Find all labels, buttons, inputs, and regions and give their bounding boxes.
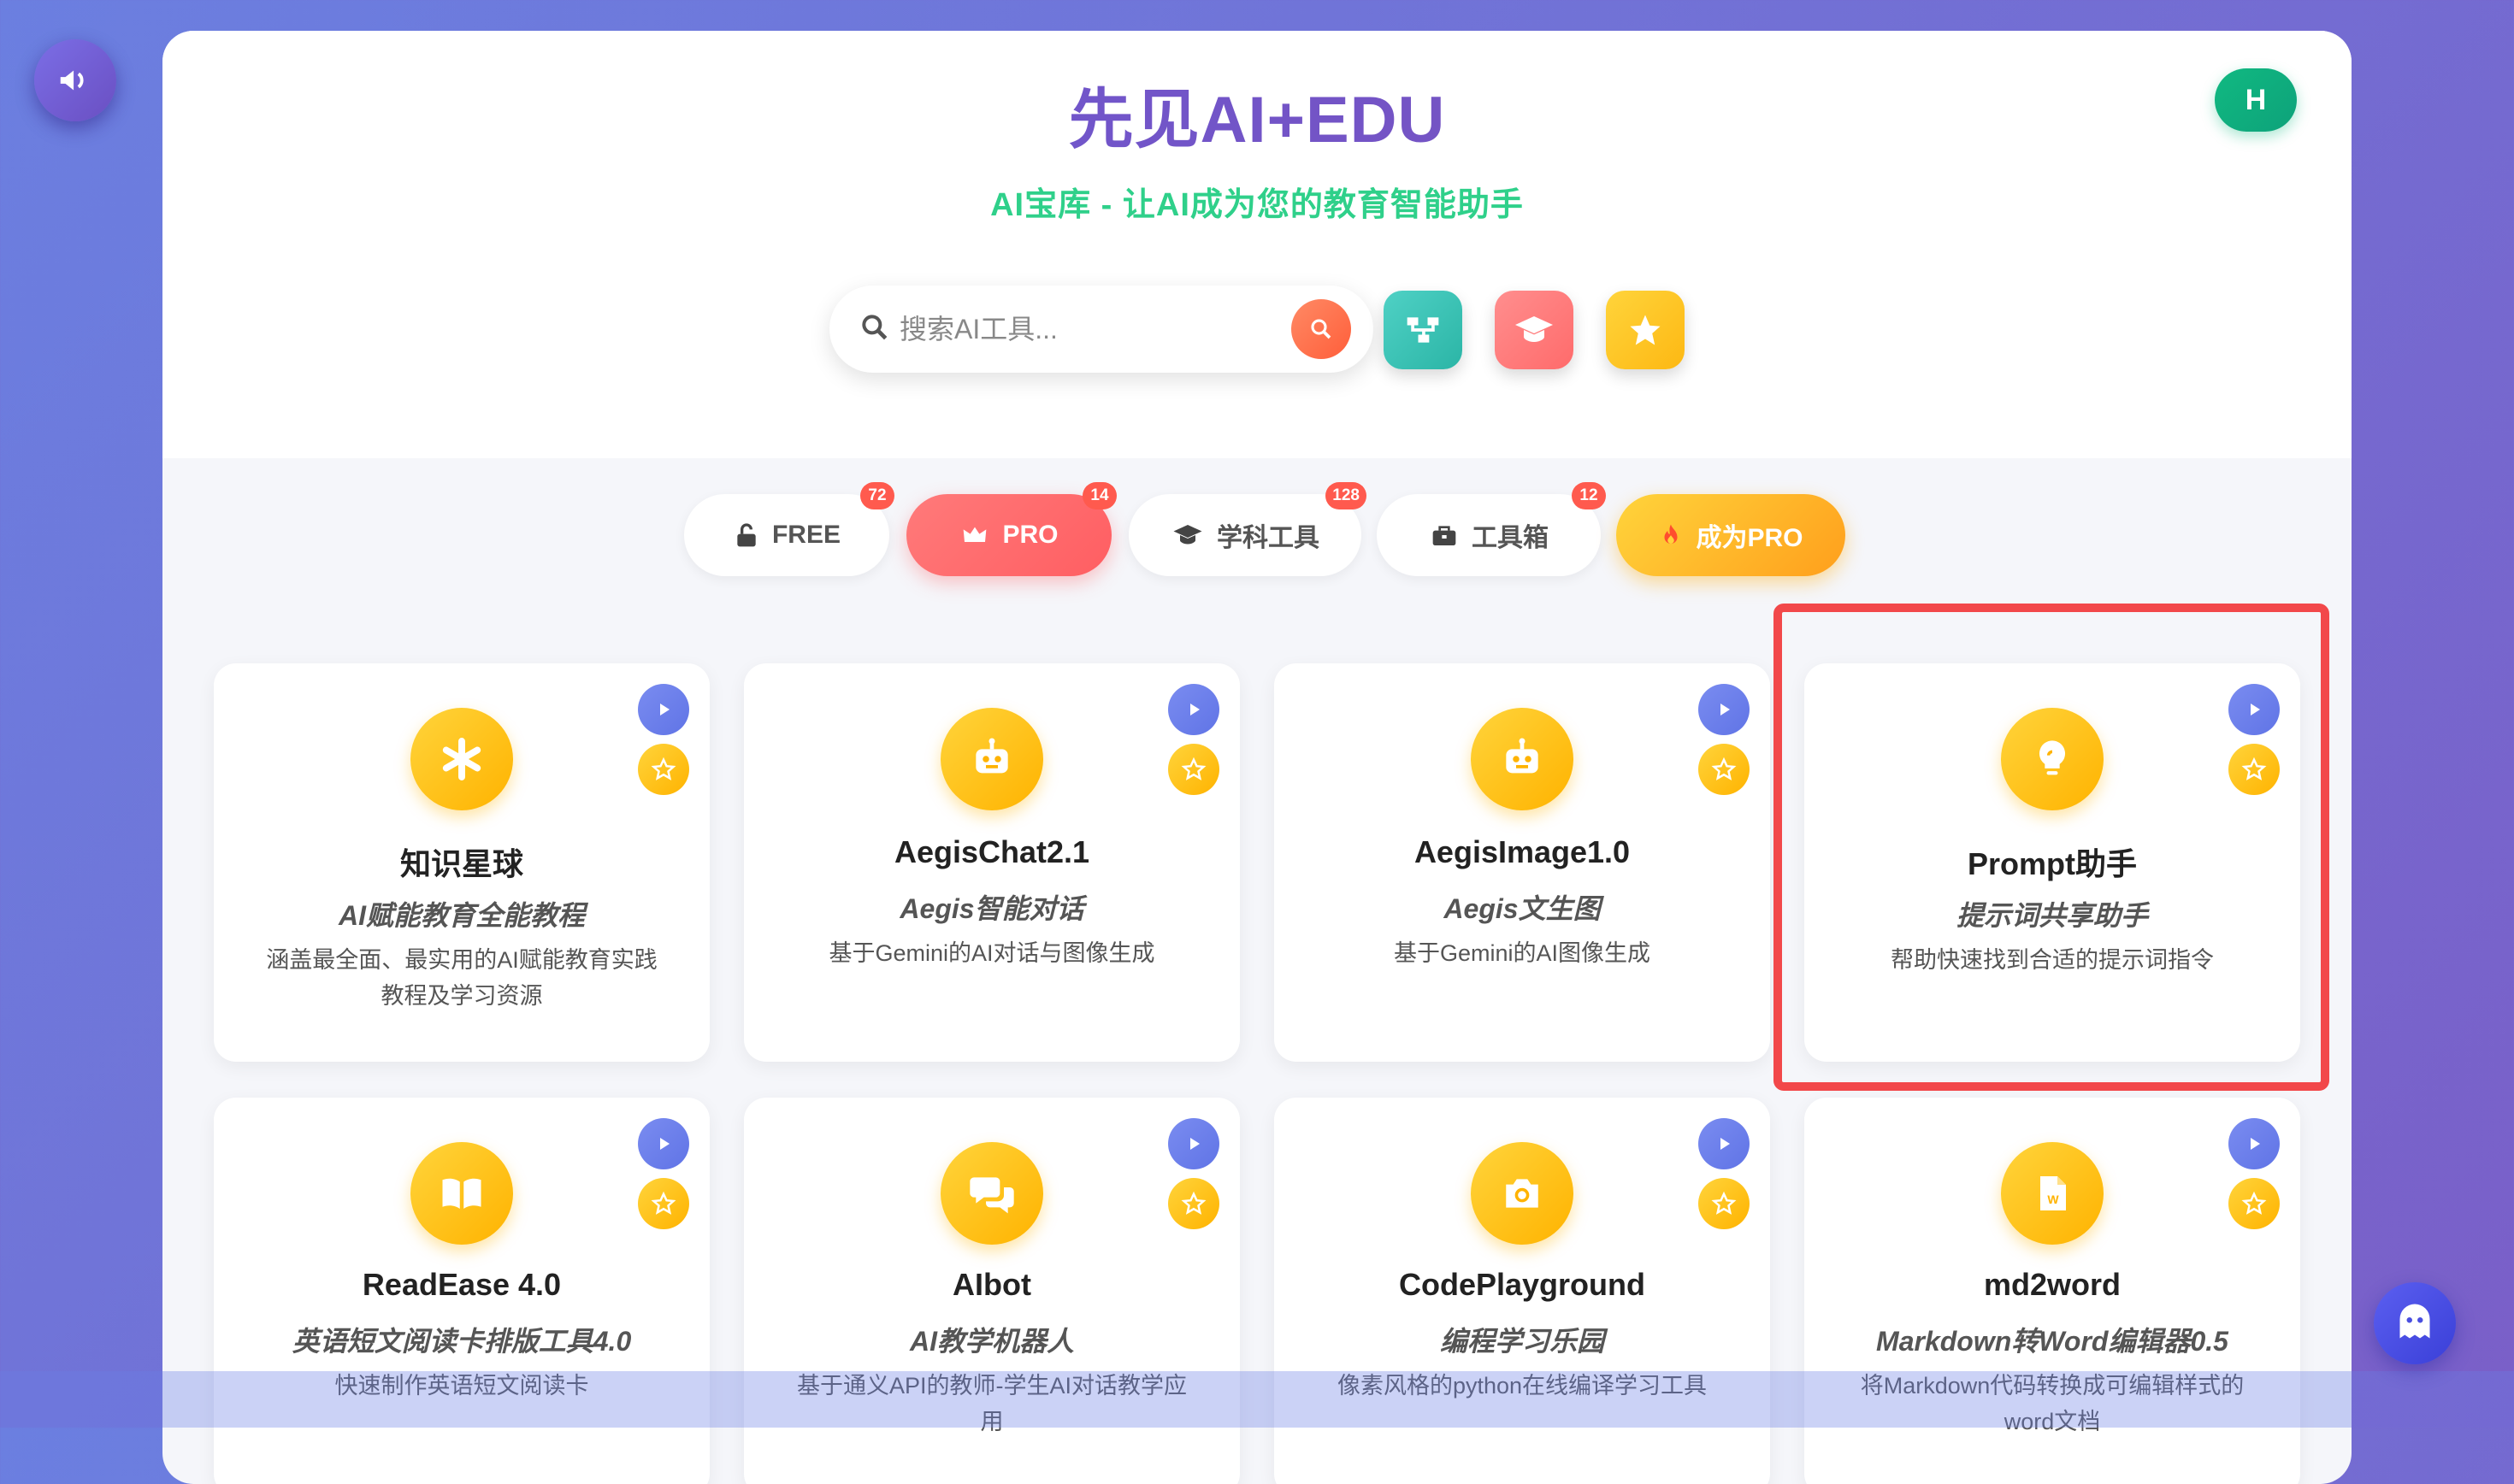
card-title: ReadEase 4.0 <box>362 1267 562 1302</box>
card-tagline: Aegis智能对话 <box>900 893 1084 924</box>
megaphone-icon <box>60 70 84 91</box>
star-outline-icon <box>1711 757 1737 780</box>
card-description: 基于Gemini的AI对话与图像生成 <box>829 940 1155 966</box>
star-outline-icon <box>651 757 676 780</box>
tab-pro-label: PRO <box>1002 521 1059 549</box>
asterisk-icon <box>410 708 513 810</box>
play-icon <box>660 704 670 716</box>
camera-icon <box>1471 1142 1573 1245</box>
play-icon <box>2251 1138 2260 1150</box>
card-title: AegisChat2.1 <box>894 834 1090 869</box>
star-outline-icon <box>2241 1191 2267 1215</box>
card-tagline: 编程学习乐园 <box>1439 1326 1604 1357</box>
favorite-button[interactable] <box>2228 1178 2280 1229</box>
card-tagline: Aegis文生图 <box>1443 893 1601 924</box>
play-button[interactable] <box>1698 684 1750 735</box>
search-input[interactable] <box>898 308 1269 350</box>
favorite-button[interactable] <box>1698 1178 1750 1229</box>
star-outline-icon <box>1181 1191 1207 1215</box>
become-pro-label: 成为PRO <box>1696 524 1803 552</box>
workflow-icon <box>1407 317 1439 343</box>
workflow-button[interactable] <box>1384 291 1462 369</box>
robot-icon <box>1471 708 1573 810</box>
card-title: AIbot <box>953 1267 1031 1302</box>
tab-toolbox[interactable]: 工具箱 12 <box>1377 482 1606 576</box>
assistant-bot-button[interactable] <box>2374 1282 2456 1364</box>
highlight-box <box>1773 604 2329 1091</box>
search-bar <box>829 286 1373 373</box>
star-icon <box>1630 315 1661 345</box>
tab-pro-count: 14 <box>1083 482 1117 509</box>
card-title: CodePlayground <box>1398 1267 1646 1302</box>
star-outline-icon <box>1181 757 1207 780</box>
tab-subject-tools-label: 学科工具 <box>1217 524 1319 552</box>
tab-subject-tools[interactable]: 学科工具 128 <box>1129 482 1366 576</box>
page-title: 先见AI+EDU <box>162 67 2352 161</box>
tab-toolbox-label: 工具箱 <box>1472 524 1549 552</box>
bottom-strip <box>0 1371 2514 1428</box>
card-title: md2word <box>1983 1267 2121 1302</box>
card-description: 基于Gemini的AI图像生成 <box>1393 940 1651 966</box>
play-icon <box>1190 1138 1200 1150</box>
book-icon <box>410 1142 513 1245</box>
megaphone-button[interactable] <box>34 39 116 121</box>
card-description: 涵盖最全面、最实用的AI赋能教育实践教程及学习资源 <box>266 947 658 1009</box>
ghost-bot-icon <box>2399 1304 2430 1339</box>
favorite-button[interactable] <box>638 1178 689 1229</box>
search-icon <box>1311 319 1331 339</box>
tool-card[interactable]: AegisChat2.1 Aegis智能对话 基于Gemini的AI对话与图像生… <box>744 663 1240 1062</box>
tab-pro[interactable]: PRO 14 <box>906 482 1117 576</box>
tab-free-count: 72 <box>860 482 894 509</box>
tab-toolbox-count: 12 <box>1572 482 1606 509</box>
play-button[interactable] <box>1168 684 1219 735</box>
favorite-button[interactable] <box>1168 1178 1219 1229</box>
play-button[interactable] <box>638 1118 689 1169</box>
svg-text:W: W <box>2047 1192 2059 1206</box>
favorite-button[interactable] <box>638 744 689 795</box>
fire-icon <box>1664 524 1678 544</box>
play-icon <box>1720 1138 1730 1150</box>
tool-card[interactable]: 知识星球 AI赋能教育全能教程 涵盖最全面、最实用的AI赋能教育实践教程及学习资… <box>214 663 710 1062</box>
tab-free-label: FREE <box>771 521 841 549</box>
become-pro-button[interactable]: 成为PRO <box>1616 494 1845 576</box>
card-title: AegisImage1.0 <box>1413 834 1631 869</box>
card-tagline: AI赋能教育全能教程 <box>338 900 585 931</box>
tab-subject-tools-count: 128 <box>1325 482 1366 509</box>
crown-icon <box>964 527 987 542</box>
search-icon <box>859 311 891 348</box>
play-button[interactable] <box>638 684 689 735</box>
page-subtitle: AI宝库 - 让AI成为您的教育智能助手 <box>990 187 1524 223</box>
play-button[interactable] <box>1698 1118 1750 1169</box>
favorite-button[interactable] <box>1168 744 1219 795</box>
play-icon <box>660 1138 670 1150</box>
graduation-cap-icon <box>1173 525 1202 545</box>
chat-bubbles-icon <box>941 1142 1043 1245</box>
card-tagline: AI教学机器人 <box>909 1326 1074 1357</box>
hero-section: 先见AI+EDU AI宝库 - 让AI成为您的教育智能助手 H <box>162 31 2352 458</box>
favorites-button[interactable] <box>1606 291 1685 369</box>
favorite-button[interactable] <box>1698 744 1750 795</box>
robot-icon <box>941 708 1043 810</box>
star-outline-icon <box>1711 1191 1737 1215</box>
word-file-icon: W <box>2001 1142 2104 1245</box>
play-icon <box>1720 704 1730 716</box>
education-button[interactable] <box>1495 291 1573 369</box>
search-button[interactable] <box>1291 299 1351 359</box>
toolbox-icon <box>1432 526 1456 545</box>
card-title: 知识星球 <box>399 846 523 881</box>
play-button[interactable] <box>1168 1118 1219 1169</box>
card-tagline: 英语短文阅读卡排版工具4.0 <box>292 1326 632 1357</box>
card-tagline: Markdown转Word编辑器0.5 <box>1876 1326 2228 1357</box>
star-outline-icon <box>651 1191 676 1215</box>
play-button[interactable] <box>2228 1118 2280 1169</box>
graduation-cap-icon <box>1515 316 1553 342</box>
tool-card[interactable]: AegisImage1.0 Aegis文生图 基于Gemini的AI图像生成 <box>1274 663 1770 1062</box>
play-icon <box>1190 704 1200 716</box>
unlock-icon <box>737 523 756 547</box>
tab-free[interactable]: FREE 72 <box>684 482 894 576</box>
avatar[interactable]: H <box>2215 68 2297 132</box>
